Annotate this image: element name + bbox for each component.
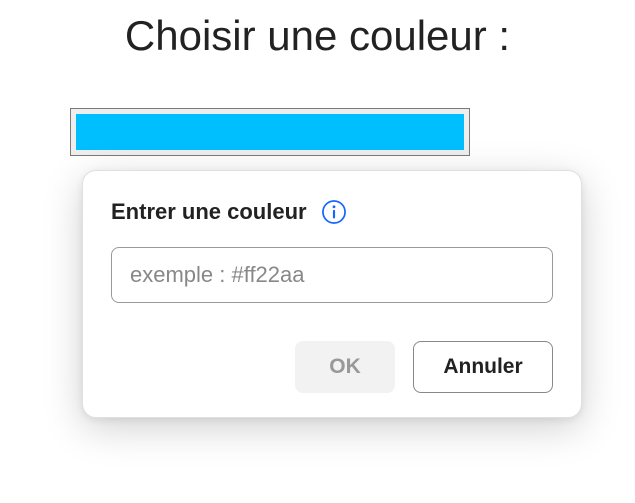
cancel-button[interactable]: Annuler bbox=[413, 341, 553, 393]
info-icon[interactable] bbox=[321, 199, 347, 225]
button-row: OK Annuler bbox=[111, 341, 553, 393]
popup-header: Entrer une couleur bbox=[111, 199, 553, 225]
color-entry-popup: Entrer une couleur OK Annuler bbox=[82, 170, 582, 418]
color-swatch-button[interactable] bbox=[70, 108, 470, 156]
popup-title: Entrer une couleur bbox=[111, 199, 307, 225]
page-title: Choisir une couleur : bbox=[0, 0, 635, 60]
color-swatch bbox=[76, 114, 464, 150]
color-input[interactable] bbox=[111, 247, 553, 303]
ok-button[interactable]: OK bbox=[295, 341, 395, 393]
